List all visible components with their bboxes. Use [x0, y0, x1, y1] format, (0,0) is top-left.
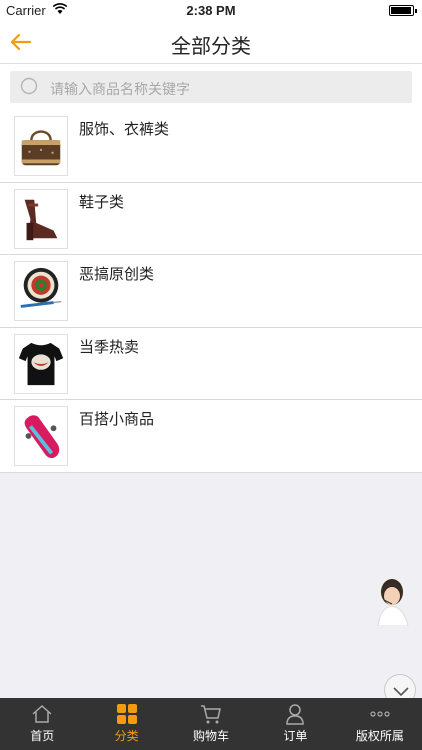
high-heel-shoe-image — [14, 188, 68, 249]
search-placeholder: 请输入商品名称关键字 — [50, 82, 190, 98]
category-item-accessories[interactable]: 百搭小商品 — [0, 400, 422, 473]
search-input[interactable]: 请输入商品名称关键字 — [10, 71, 412, 103]
category-label: 鞋子类 — [79, 192, 125, 211]
skateboard-image — [14, 406, 68, 466]
navigation-bar: 全部分类 — [0, 20, 422, 64]
cart-icon — [201, 705, 221, 724]
category-item-clothing[interactable]: 服饰、衣裤类 — [0, 110, 422, 183]
category-item-seasonal-hot[interactable]: 当季热卖 — [0, 328, 422, 400]
tab-home[interactable]: 首页 — [0, 698, 84, 750]
handbag-image — [14, 116, 68, 176]
tab-cart[interactable]: 购物车 — [169, 698, 253, 750]
tab-label: 订单 — [283, 729, 308, 743]
person-icon — [286, 704, 305, 725]
clock: 2:38 PM — [186, 3, 236, 18]
tab-copyright[interactable]: 版权所属 — [338, 698, 422, 750]
category-item-shoes[interactable]: 鞋子类 — [0, 183, 422, 255]
category-label: 服饰、衣裤类 — [79, 120, 170, 138]
tab-label: 购物车 — [193, 729, 230, 743]
category-label: 当季热卖 — [79, 337, 140, 356]
grid-icon — [116, 704, 137, 724]
category-label: 恶搞原创类 — [79, 265, 155, 283]
search-section: 请输入商品名称关键字 — [0, 64, 422, 110]
tab-label: 首页 — [30, 729, 55, 743]
tab-orders[interactable]: 订单 — [253, 698, 337, 750]
page-title: 全部分类 — [171, 34, 251, 58]
more-icon — [370, 711, 390, 717]
tab-label: 版权所属 — [355, 729, 404, 743]
category-list: 服饰、衣裤类 鞋子类 恶搞原创类 当季热卖 百搭小商品 — [0, 110, 422, 473]
tshirt-image — [14, 333, 68, 394]
search-icon — [20, 77, 38, 95]
category-label: 百搭小商品 — [79, 410, 155, 428]
customer-service-icon[interactable] — [372, 574, 412, 626]
battery-icon — [389, 5, 417, 16]
home-icon — [32, 704, 52, 723]
tab-category[interactable]: 分类 — [84, 698, 168, 750]
category-item-funny-original[interactable]: 恶搞原创类 — [0, 255, 422, 328]
tab-bar: 首页 分类 购物车 订单 版权所属 — [0, 698, 422, 750]
dartboard-image — [14, 261, 68, 321]
status-bar: Carrier 2:38 PM — [0, 0, 422, 20]
tab-label: 分类 — [114, 729, 139, 743]
